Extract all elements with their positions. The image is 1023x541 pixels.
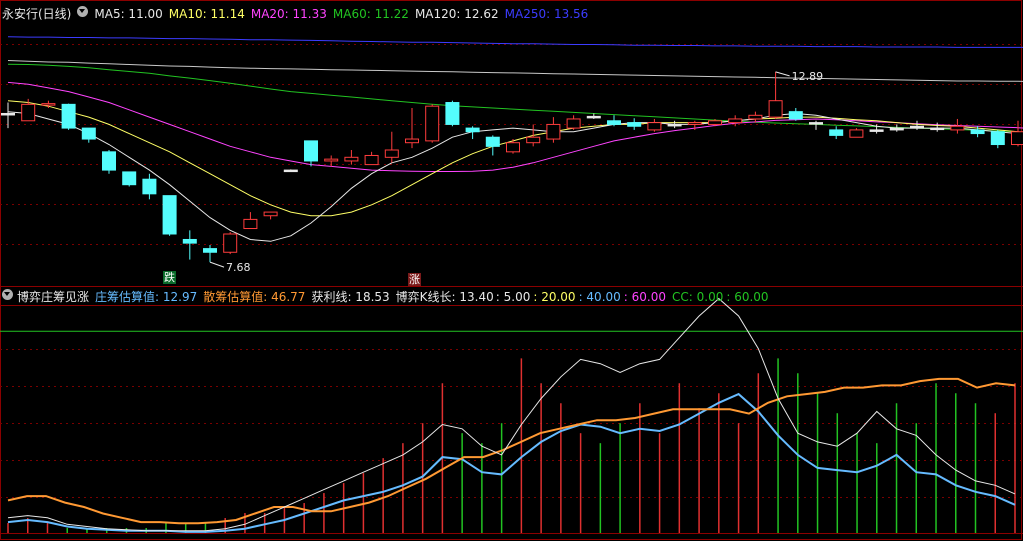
candle-body [647, 122, 662, 131]
candle-body [990, 131, 1005, 146]
candle-body [142, 178, 157, 195]
candle-body [364, 154, 379, 166]
candle-body [506, 142, 520, 153]
candle-body [304, 140, 318, 162]
ma5-label: MA5: 11.00 [94, 7, 163, 21]
san-line [7, 377, 1016, 525]
candle-body [61, 103, 76, 129]
candle-body [162, 195, 177, 235]
candle-body [708, 120, 722, 125]
candle-body [182, 238, 197, 244]
ma20-label: MA20: 11.33 [250, 7, 327, 21]
candle-body [465, 127, 480, 133]
candle-body [687, 122, 702, 125]
p40-label: : 40.00 [578, 290, 621, 304]
candle-body [970, 129, 985, 135]
candle-body [930, 127, 945, 131]
candle-body [607, 120, 621, 125]
chart-title: 永安行(日线) [2, 7, 72, 21]
san-label: 散筹估算值: 46.77 [203, 290, 306, 304]
chart-canvas: 12.89 7.68 [0, 0, 1023, 540]
ma60-label: MA60: 11.22 [332, 7, 409, 21]
candle-body [586, 115, 601, 119]
candle-body [869, 129, 884, 132]
candle-body [445, 102, 460, 125]
p60-label: : 60.00 [623, 290, 666, 304]
ma120-label: MA120: 12.62 [414, 7, 499, 21]
candle-body [1, 112, 15, 116]
candle-body [849, 129, 864, 138]
huoli-line [7, 297, 1016, 532]
candle-body [122, 171, 137, 186]
p5-label: : 5.00 [495, 290, 531, 304]
boyi-label: 博弈K线长: 13.40 [395, 290, 494, 304]
dropdown-icon[interactable] [77, 6, 89, 17]
candle-body [809, 122, 823, 125]
main-chart-legend: 永安行(日线) MA5: 11.00 MA10: 11.14 MA20: 11.… [2, 6, 594, 22]
cc-label: CC: 0.00 [672, 290, 724, 304]
candle-body [627, 122, 642, 127]
ma120-line [7, 60, 1023, 82]
candle-body [889, 127, 904, 131]
candle-body [829, 129, 844, 136]
candle-body [243, 218, 258, 230]
candle-body [1011, 131, 1023, 146]
zhuang-label: 庄筹估算值: 12.97 [95, 290, 198, 304]
ma60-line [7, 63, 1023, 133]
huoli-label: 获利线: 18.53 [311, 290, 390, 304]
ma250-label: MA250: 13.56 [504, 7, 589, 21]
candle-body [344, 156, 359, 162]
high-price-label: 12.89 [792, 70, 824, 83]
tag-zhang: 涨 [408, 273, 421, 286]
candle-body [728, 118, 743, 124]
candle-body [566, 118, 581, 129]
candle-body [950, 125, 965, 131]
low-price-label: 7.68 [226, 261, 251, 274]
ma20-line [7, 81, 1023, 172]
candle-body [384, 149, 399, 158]
zhuang-line [7, 392, 1016, 533]
candle-body [81, 127, 96, 140]
tag-die: 跌 [163, 271, 176, 284]
candle-body [21, 103, 36, 122]
ma10-label: MA10: 11.14 [168, 7, 245, 21]
ma250-line [7, 36, 1023, 48]
candle-body [425, 105, 440, 142]
candle-body [324, 158, 339, 162]
candle-body [485, 136, 500, 147]
ma10-line [7, 100, 1023, 217]
candle-body [102, 151, 116, 171]
candle-body [223, 233, 238, 253]
candle-body [263, 211, 278, 217]
cc60-label: : 60.00 [726, 290, 769, 304]
candle-body [546, 123, 561, 140]
candle-body [667, 123, 682, 127]
candle-body [41, 103, 56, 106]
chart-frame [0, 0, 1022, 540]
indicator-title: 博弈庄筹见涨 [17, 290, 90, 304]
candle-body [203, 248, 217, 253]
indicator-legend: 博弈庄筹见涨 庄筹估算值: 12.97 散筹估算值: 46.77 获利线: 18… [2, 289, 775, 305]
candle-body [748, 114, 763, 120]
low-pointer [209, 261, 225, 268]
candle-body [768, 100, 783, 118]
candle-body [910, 125, 924, 129]
candle-body [788, 111, 803, 120]
candle-body [526, 136, 541, 144]
dropdown-icon[interactable] [2, 289, 13, 300]
candle-body [405, 138, 419, 144]
p20-label: : 20.00 [533, 290, 576, 304]
high-pointer [775, 71, 790, 77]
candle-body [283, 169, 298, 173]
